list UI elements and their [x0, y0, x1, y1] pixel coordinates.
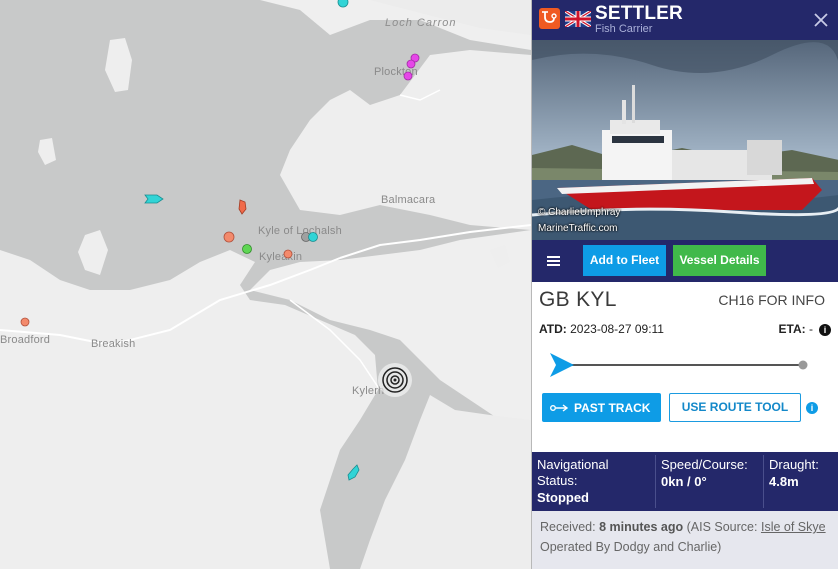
vessel-marker[interactable] [281, 247, 295, 261]
close-icon[interactable] [804, 0, 838, 40]
menu-button[interactable] [540, 248, 566, 274]
vessel-marker[interactable] [336, 0, 350, 8]
eta-label: ETA: [778, 322, 806, 336]
voyage-section: GB KYL CH16 FOR INFO ATD: 2023-08-27 09:… [532, 282, 838, 452]
speed-course-value: 0kn / 0° [661, 474, 707, 489]
speed-course-label: Speed/Course: [661, 457, 748, 472]
eta-info-icon[interactable]: i [819, 324, 831, 336]
past-track-icon [550, 404, 569, 412]
vessel-marker[interactable] [240, 242, 254, 256]
draught-label: Draught: [769, 457, 819, 472]
use-route-tool-button[interactable]: USE ROUTE TOOL [669, 393, 801, 422]
vessel-marker-group[interactable] [298, 229, 322, 245]
voyage-progress-track [550, 353, 808, 377]
status-bar: Navigational Status: Stopped Speed/Cours… [532, 452, 838, 511]
close-button[interactable] [804, 0, 838, 40]
map-label-balmacara: Balmacara [381, 194, 436, 206]
vessel-name: SETTLER [595, 3, 683, 24]
ais-source-link[interactable]: Isle of Skye [761, 520, 826, 534]
action-bar: Add to Fleet Vessel Details [532, 240, 838, 282]
atd: ATD: 2023-08-27 09:11 [539, 322, 664, 336]
vessel-marker[interactable] [19, 316, 31, 328]
fish-carrier-icon [539, 8, 560, 29]
map-land [0, 0, 531, 569]
eta-value: - [809, 322, 813, 336]
map-view[interactable]: Loch Carron Plockton Balmacara Kyle of L… [0, 0, 531, 569]
add-to-fleet-button[interactable]: Add to Fleet [583, 245, 666, 276]
navigational-status: Navigational Status: Stopped [532, 452, 654, 511]
map-label-loch-carron: Loch Carron [385, 17, 457, 29]
vessel-marker[interactable] [222, 230, 236, 244]
map-label-broadford: Broadford [0, 334, 51, 346]
destination-port: KYL [576, 288, 617, 311]
past-track-label: PAST TRACK [574, 401, 651, 415]
draught: Draught: 4.8m [764, 452, 838, 511]
uk-flag-icon [564, 9, 592, 29]
received-label: Received: [540, 520, 596, 534]
hamburger-menu-icon[interactable] [540, 248, 566, 274]
received-time: 8 minutes ago [599, 520, 684, 534]
vessel-details-button[interactable]: Vessel Details [673, 245, 766, 276]
vessel-photo[interactable]: © CharlieUmphray MarineTraffic.com [532, 40, 838, 240]
ais-source-prefix: (AIS Source: [686, 520, 758, 534]
past-track-button[interactable]: PAST TRACK [542, 393, 661, 422]
selected-vessel-marker[interactable] [376, 361, 414, 399]
ais-source-operator: Operated By Dodgy and Charlie) [540, 540, 722, 554]
speed-course: Speed/Course: 0kn / 0° [656, 452, 762, 511]
vessel-type: Fish Carrier [595, 23, 653, 35]
vessel-info-panel: SETTLER Fish Carrier © CharlieUmphray Ma… [531, 0, 838, 569]
vessel-header: SETTLER Fish Carrier [532, 0, 838, 40]
ch16-info: CH16 FOR INFO [718, 292, 825, 308]
vessel-marker-group[interactable] [402, 52, 424, 82]
vessel-marker-arrow[interactable] [144, 193, 164, 205]
nav-status-value: Stopped [537, 490, 589, 505]
vessel-marker-arrow[interactable] [345, 464, 361, 482]
nav-status-label: Navigational Status: [537, 457, 609, 488]
destination-country: GB [539, 288, 570, 311]
vessel-marker-arrow[interactable] [236, 199, 248, 215]
destination: GB KYL [539, 288, 617, 312]
map-label-breakish: Breakish [91, 338, 136, 350]
photo-credit-site: MarineTraffic.com [538, 223, 618, 234]
photo-credit-author: © CharlieUmphray [538, 207, 621, 218]
atd-value: 2023-08-27 09:11 [570, 322, 664, 336]
draught-value: 4.8m [769, 474, 799, 489]
atd-label: ATD: [539, 322, 567, 336]
route-tool-info-icon[interactable]: i [806, 402, 818, 414]
received-info: Received: 8 minutes ago (AIS Source: Isl… [532, 511, 838, 569]
eta: ETA: - [779, 322, 813, 336]
vessel-position-arrow-icon [550, 353, 574, 377]
